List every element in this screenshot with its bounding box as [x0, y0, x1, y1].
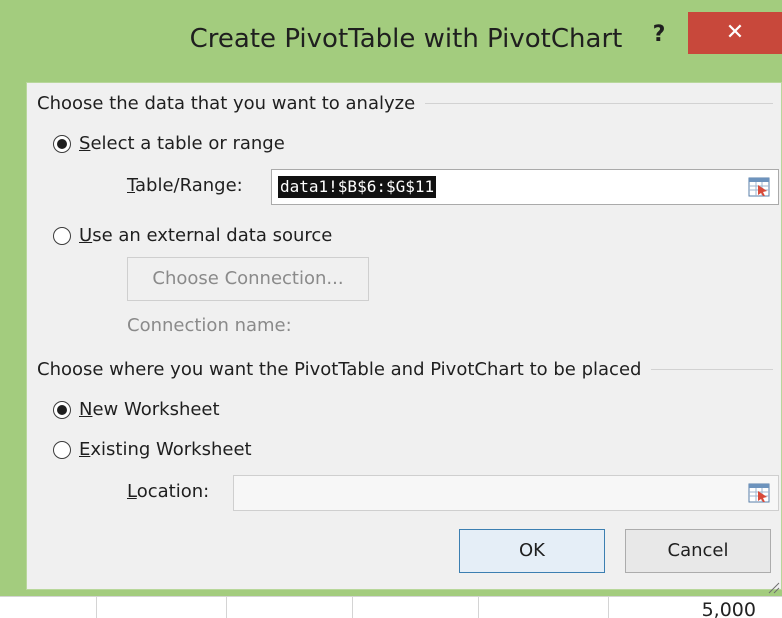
screen: 5,000 Create PivotTable with PivotChart … — [0, 0, 782, 618]
group-divider — [651, 369, 773, 370]
select-table-range-option[interactable]: Select a table or range — [53, 133, 285, 154]
location-label-rest: ocation: — [136, 481, 210, 502]
grid-line — [608, 597, 609, 618]
data-source-group-heading: Choose the data that you want to analyze — [37, 93, 773, 114]
existing-worksheet-label-accel: E — [79, 439, 91, 460]
help-button[interactable]: ? — [644, 20, 674, 50]
table-range-label: Table/Range: — [127, 175, 243, 196]
external-data-source-option[interactable]: Use an external data source — [53, 225, 332, 246]
location-label-accel: L — [127, 481, 137, 502]
new-worksheet-label-accel: N — [79, 399, 93, 420]
dialog-body: Choose the data that you want to analyze… — [26, 82, 782, 590]
table-range-label-rest: able/Range: — [135, 175, 243, 196]
existing-worksheet-option[interactable]: Existing Worksheet — [53, 439, 252, 460]
new-worksheet-option[interactable]: New Worksheet — [53, 399, 220, 420]
existing-worksheet-radio[interactable] — [53, 440, 71, 459]
close-icon: ✕ — [725, 20, 745, 45]
connection-name-label: Connection name: — [127, 315, 292, 336]
grid-line — [478, 597, 479, 618]
existing-worksheet-label-rest: xisting Worksheet — [90, 439, 252, 460]
grid-line — [96, 597, 97, 618]
new-worksheet-label: New Worksheet — [79, 399, 220, 420]
group-divider — [425, 103, 773, 104]
data-source-heading-text: Choose the data that you want to analyze — [37, 93, 416, 114]
grid-line — [352, 597, 353, 618]
range-selector-icon[interactable] — [748, 483, 770, 503]
worksheet-grid: 5,000 — [0, 596, 782, 618]
new-worksheet-radio[interactable] — [53, 400, 71, 419]
external-data-source-label-accel: U — [79, 225, 93, 246]
table-range-input[interactable]: data1!$B$6:$G$11 — [271, 169, 779, 205]
dialog-title-bar[interactable]: Create PivotTable with PivotChart ? ✕ — [0, 0, 782, 80]
worksheet-cell-value[interactable]: 5,000 — [702, 599, 756, 618]
close-button[interactable]: ✕ — [688, 12, 782, 54]
external-data-source-label: Use an external data source — [79, 225, 332, 246]
location-input[interactable] — [233, 475, 779, 511]
table-range-value: data1!$B$6:$G$11 — [278, 176, 437, 198]
grid-line — [226, 597, 227, 618]
cancel-button[interactable]: Cancel — [625, 529, 771, 573]
select-table-range-label-accel: S — [79, 133, 91, 154]
create-pivottable-dialog: Create PivotTable with PivotChart ? ✕ Ch… — [0, 0, 782, 596]
select-table-range-label-rest: elect a table or range — [90, 133, 285, 154]
placement-group-heading: Choose where you want the PivotTable and… — [37, 359, 773, 380]
table-range-label-accel: T — [127, 175, 136, 196]
location-label: Location: — [127, 481, 209, 502]
select-table-range-radio[interactable] — [53, 134, 71, 153]
range-selector-icon[interactable] — [748, 177, 770, 197]
choose-connection-button[interactable]: Choose Connection... — [127, 257, 369, 301]
resize-grip-icon[interactable] — [766, 580, 780, 594]
select-table-range-label: Select a table or range — [79, 133, 285, 154]
placement-heading-text: Choose where you want the PivotTable and… — [37, 359, 642, 380]
ok-button[interactable]: OK — [459, 529, 605, 573]
external-data-source-radio[interactable] — [53, 226, 71, 245]
new-worksheet-label-rest: ew Worksheet — [92, 399, 220, 420]
external-data-source-label-rest: se an external data source — [92, 225, 333, 246]
existing-worksheet-label: Existing Worksheet — [79, 439, 252, 460]
